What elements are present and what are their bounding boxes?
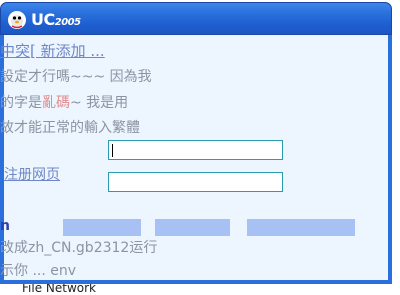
bg-line-1[interactable]: 中突[ 新添加 ... [0, 42, 105, 60]
bg-line-3: 的字是亂碼~ 我是用 [0, 95, 129, 111]
bg-line-7: 改成zh_CN.gb2312运行 [0, 240, 158, 256]
action-button-1[interactable] [63, 219, 141, 236]
input-caret [112, 144, 113, 157]
bg-line-8: 示你 ... env [0, 263, 77, 279]
action-button-2[interactable] [155, 219, 230, 236]
uc-login-window: UC2005 中突[ 新添加 ... 設定才行嗎~~~ 因為我 的字是亂碼~ 我… [0, 0, 392, 284]
bg-line-6: n [0, 218, 10, 234]
password-input[interactable] [108, 172, 283, 192]
bg-line-4: 故才能正常的輸入繁體 [0, 120, 140, 136]
bg-line-2: 設定才行嗎~~~ 因為我 [0, 69, 152, 85]
uc-logo-icon [8, 11, 26, 29]
register-link[interactable]: 注册网页 [4, 166, 60, 184]
app-title: UC2005 [31, 10, 81, 29]
username-input[interactable] [108, 140, 283, 160]
action-button-3[interactable] [247, 219, 355, 236]
title-bar[interactable]: UC2005 [0, 2, 392, 35]
